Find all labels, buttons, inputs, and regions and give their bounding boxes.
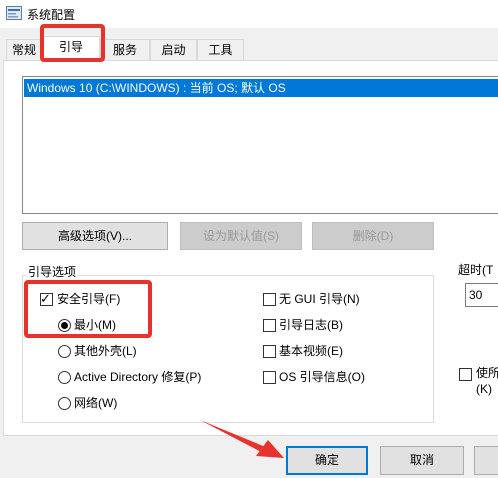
msconfig-app-icon: [6, 6, 22, 20]
alternate-shell-label: 其他外壳(L): [74, 344, 137, 358]
base-video-checkbox[interactable]: [263, 345, 276, 358]
tab-label: 启动: [161, 43, 186, 57]
set-default-button[interactable]: 设为默认值(S): [180, 222, 302, 250]
tab-tools[interactable]: 工具: [197, 39, 244, 61]
apply-button-partial[interactable]: [474, 446, 498, 475]
os-list[interactable]: Windows 10 (C:\WINDOWS) : 当前 OS; 默认 OS: [22, 76, 498, 214]
os-boot-info-checkbox[interactable]: [263, 371, 276, 384]
tab-startup[interactable]: 启动: [150, 39, 197, 61]
safe-boot-highlight-box: [24, 280, 152, 338]
timeout-input[interactable]: 30: [465, 283, 498, 307]
tab-label: 工具: [208, 43, 233, 57]
make-permanent-checkbox[interactable]: [459, 368, 472, 381]
tab-label: 常规: [11, 43, 36, 57]
window-title: 系统配置: [27, 8, 76, 22]
timeout-label: 超时(T: [458, 263, 494, 277]
boot-log-label: 引导日志(B): [279, 318, 343, 332]
make-permanent-label-key: (K): [476, 382, 492, 396]
network-label: 网络(W): [74, 396, 118, 410]
os-list-item[interactable]: Windows 10 (C:\WINDOWS) : 当前 OS; 默认 OS: [24, 79, 498, 97]
tab-services[interactable]: 服务: [100, 39, 150, 61]
tab-label: 服务: [112, 43, 137, 57]
ok-button[interactable]: 确定: [286, 446, 368, 475]
boot-log-checkbox[interactable]: [263, 319, 276, 332]
no-gui-boot-checkbox[interactable]: [263, 293, 276, 306]
no-gui-boot-label: 无 GUI 引导(N): [279, 292, 360, 306]
base-video-label: 基本视频(E): [279, 344, 343, 358]
red-arrow-icon: [200, 420, 284, 458]
network-radio[interactable]: [58, 397, 71, 410]
boot-options-title: 引导选项: [26, 263, 79, 280]
alternate-shell-radio[interactable]: [58, 345, 71, 358]
advanced-options-button[interactable]: 高级选项(V)...: [22, 222, 168, 250]
cancel-button[interactable]: 取消: [380, 446, 464, 475]
active-directory-repair-radio[interactable]: [58, 371, 71, 384]
delete-button[interactable]: 删除(D): [312, 222, 434, 250]
active-directory-repair-label: Active Directory 修复(P): [74, 370, 202, 384]
make-permanent-label: 使所: [476, 366, 498, 380]
os-boot-info-label: OS 引导信息(O): [279, 370, 365, 384]
tab-highlight-box: [40, 24, 105, 62]
tab-general[interactable]: 常规: [6, 39, 42, 61]
